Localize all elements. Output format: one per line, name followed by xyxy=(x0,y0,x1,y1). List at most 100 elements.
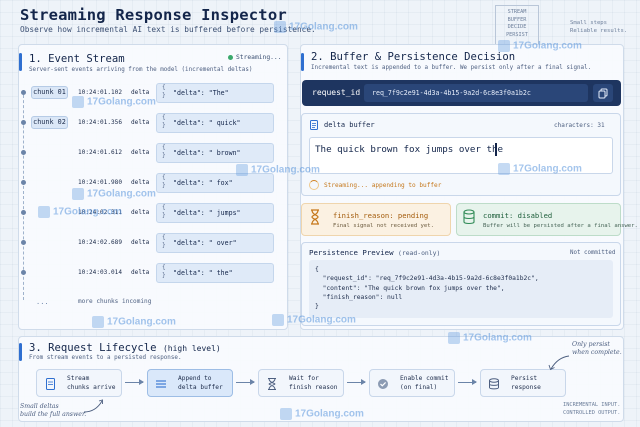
event-payload-card[interactable]: {} "delta": " fox" xyxy=(156,173,274,193)
preview-readonly: (read-only) xyxy=(398,249,441,257)
brace-glyph: {} xyxy=(162,264,166,279)
flow-arrow-icon xyxy=(236,379,255,385)
payload-value: " quick" xyxy=(208,119,241,127)
watermark: 17Golang.com xyxy=(448,332,532,344)
live-dot-icon xyxy=(228,54,233,60)
event-payload: "delta": "The" xyxy=(173,89,229,97)
watermark-logo-icon xyxy=(72,96,84,108)
watermark: 17Golang.com xyxy=(38,206,122,218)
payload-colon: : xyxy=(200,239,209,247)
finish-reason-status: finish_reason: pending xyxy=(333,211,429,220)
payload-colon: : xyxy=(200,179,209,187)
copy-icon xyxy=(598,88,608,99)
accent-bar xyxy=(19,343,22,361)
commit-note: Buffer will be persisted after a final a… xyxy=(483,223,638,229)
lifecycle-step-label: Wait for finish reason xyxy=(289,374,337,392)
step-label-line: chunks arrive xyxy=(67,384,116,391)
event-stream-subtitle: Server-sent events arriving from the mod… xyxy=(29,67,253,73)
watermark-logo-icon xyxy=(92,316,104,328)
note-line: Small steps xyxy=(570,20,608,26)
timeline-dot xyxy=(21,270,26,275)
watermark-text: 17Golang.com xyxy=(513,40,582,52)
note-line: BUFFER xyxy=(507,16,527,23)
step-label-line: response xyxy=(511,384,541,391)
step-label-line: delta buffer xyxy=(178,384,223,391)
step-label-line: Append to xyxy=(178,375,212,382)
spinner-icon xyxy=(309,180,319,190)
note-line: INCREMENTAL INPUT. xyxy=(563,402,621,408)
note-line: STREAM xyxy=(507,9,527,15)
copy-button[interactable] xyxy=(593,84,613,102)
timeline-dot xyxy=(21,180,26,185)
event-type: delta xyxy=(131,239,150,246)
brace-glyph: {} xyxy=(162,144,166,159)
payload-colon: : xyxy=(200,89,209,97)
timeline-dot xyxy=(21,90,26,95)
event-timestamp: 10:24:01.980 xyxy=(78,179,123,186)
more-chunks-text: more chunks incoming xyxy=(78,298,152,305)
lifecycle-step[interactable]: Persist response xyxy=(480,369,566,397)
flow-arrow-icon xyxy=(347,379,366,385)
note-line: DECIDE xyxy=(507,24,527,31)
buffer-text: The quick brown fox jumps over the xyxy=(315,144,504,155)
step-label-line: Persist xyxy=(511,375,538,382)
watermark-text: 17Golang.com xyxy=(463,332,532,344)
lifecycle-step-label: Persist response xyxy=(511,374,541,392)
payload-value: " brown" xyxy=(208,149,241,157)
payload-colon: : xyxy=(200,149,209,157)
watermark-text: 17Golang.com xyxy=(107,316,176,328)
payload-key: "delta" xyxy=(173,89,201,97)
hourglass-icon xyxy=(268,378,276,390)
brace-glyph: {} xyxy=(162,234,166,249)
more-dots: ... xyxy=(36,298,49,306)
watermark-text: 17Golang.com xyxy=(513,163,582,175)
event-payload-card[interactable]: {} "delta": " jumps" xyxy=(156,203,274,223)
lifecycle-step[interactable]: Stream chunks arrive xyxy=(36,369,122,397)
lifecycle-step[interactable]: Enable commit (on final) xyxy=(369,369,455,397)
persistence-preview-title: Persistence Preview (read-only) xyxy=(309,248,440,257)
watermark: 17Golang.com xyxy=(272,314,356,326)
step-label-line: (on final) xyxy=(400,384,438,391)
event-payload-card[interactable]: {} "delta": " over" xyxy=(156,233,274,253)
watermark-logo-icon xyxy=(498,40,510,52)
database-icon xyxy=(463,209,475,225)
streaming-status: Streaming... xyxy=(228,54,282,61)
request-id-value[interactable]: req_7f9c2e91-4d3a-4b15-9a2d-6c8e3f0a1b2c xyxy=(364,84,588,102)
delta-buffer-title: delta buffer xyxy=(324,121,375,129)
event-payload-card[interactable]: {} "delta": " brown" xyxy=(156,143,274,163)
timeline-dot xyxy=(21,120,26,125)
event-timestamp: 10:24:03.014 xyxy=(78,269,123,276)
payload-key: "delta" xyxy=(173,269,201,277)
note-line: Only persist xyxy=(572,341,610,348)
step-label-line: finish reason xyxy=(289,384,338,391)
streaming-note: Streaming... appending to buffer xyxy=(324,182,442,189)
handwritten-note-left: Small deltas build the full answer. xyxy=(20,403,86,419)
watermark-logo-icon xyxy=(274,21,286,33)
request-id-label: request_id xyxy=(312,88,361,97)
chunk-label[interactable]: chunk 01 xyxy=(31,86,68,99)
event-payload-card[interactable]: {} "delta": "The" xyxy=(156,83,274,103)
header-note: Small steps Reliable results. xyxy=(570,20,627,35)
payload-key: "delta" xyxy=(173,179,201,187)
payload-value: "The" xyxy=(208,89,229,97)
brace-glyph: {} xyxy=(162,204,166,219)
flow-arrow-icon xyxy=(458,379,477,385)
chunk-label[interactable]: chunk 02 xyxy=(31,116,68,129)
event-payload-card[interactable]: {} "delta": " the" xyxy=(156,263,274,283)
commit-state-tag: Not committed xyxy=(570,250,616,256)
event-type: delta xyxy=(131,89,150,96)
check-circle-icon xyxy=(378,379,388,389)
curved-arrow-icon xyxy=(83,399,103,413)
payload-key: "delta" xyxy=(173,149,201,157)
payload-colon: : xyxy=(200,119,209,127)
watermark: 17Golang.com xyxy=(92,316,176,328)
lifecycle-step[interactable]: Wait for finish reason xyxy=(258,369,344,397)
payload-colon: : xyxy=(200,269,209,277)
event-payload: "delta": " over" xyxy=(173,239,237,247)
lifecycle-title: 3. Request Lifecycle (high level) xyxy=(29,342,221,354)
watermark-text: 17Golang.com xyxy=(251,164,320,176)
watermark-logo-icon xyxy=(498,163,510,175)
lifecycle-step[interactable]: Append to delta buffer xyxy=(147,369,233,397)
event-payload-card[interactable]: {} "delta": " quick" xyxy=(156,113,274,133)
event-timestamp: 10:24:01.102 xyxy=(78,89,123,96)
